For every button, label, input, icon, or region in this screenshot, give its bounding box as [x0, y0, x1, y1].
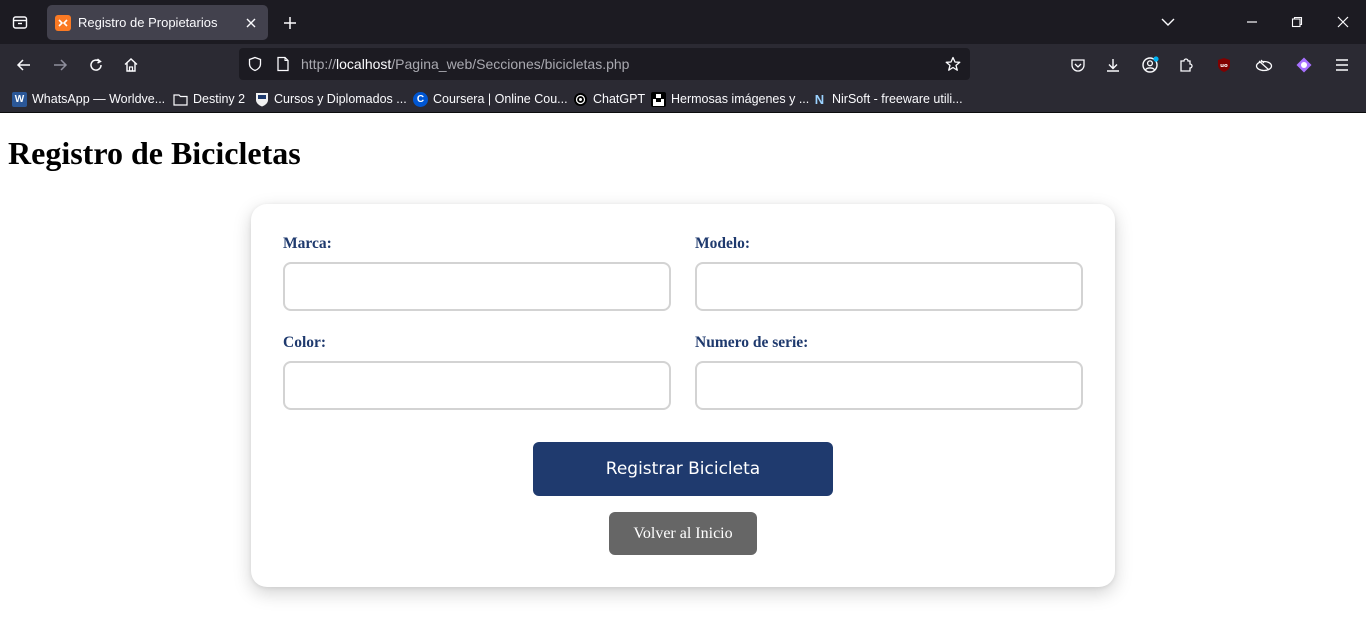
bookmark-label: Cursos y Diplomados ...	[274, 92, 407, 106]
download-icon	[1107, 59, 1119, 72]
bookmark-whatsapp[interactable]: W WhatsApp — Worldve...	[12, 90, 165, 108]
arrow-right-icon	[54, 59, 68, 71]
reload-icon	[90, 58, 102, 71]
bookmark-chatgpt[interactable]: ChatGPT	[573, 90, 645, 108]
proton-pass-button[interactable]	[1290, 52, 1318, 78]
tracking-protection-icon[interactable]	[246, 55, 264, 73]
puzzle-icon	[1180, 58, 1193, 72]
bookmarks-toolbar: W WhatsApp — Worldve... Destiny 2 Cursos…	[0, 85, 1366, 113]
menu-button[interactable]	[1328, 52, 1356, 78]
bookmark-folder-destiny[interactable]: Destiny 2	[173, 90, 245, 108]
proton-pass-icon	[1296, 57, 1312, 73]
volver-al-inicio-button[interactable]: Volver al Inicio	[609, 512, 757, 555]
ublock-icon: uo	[1218, 58, 1230, 72]
pocket-button[interactable]	[1064, 52, 1092, 78]
word-icon: W	[12, 91, 27, 107]
color-label: Color:	[283, 334, 327, 351]
bookmark-label: Coursera | Online Cou...	[433, 92, 568, 106]
bookmark-label: WhatsApp — Worldve...	[32, 92, 166, 106]
marca-input[interactable]	[283, 262, 671, 311]
pocket-icon	[1071, 59, 1085, 72]
extensions-button[interactable]	[1172, 52, 1200, 78]
extension-button[interactable]	[1250, 52, 1278, 78]
page-title: Registro de Bicicletas	[8, 135, 301, 171]
nirsoft-icon: N	[814, 91, 825, 107]
restore-icon	[1291, 16, 1303, 28]
home-icon	[124, 58, 138, 72]
modelo-label: Modelo:	[695, 235, 751, 252]
chevron-down-icon	[1161, 18, 1175, 26]
bookmark-unsplash[interactable]: Hermosas imágenes y ...	[651, 90, 809, 108]
restore-button[interactable]	[1275, 0, 1319, 44]
registration-form-card: Marca: Modelo: Color: Numero de serie: R…	[251, 204, 1115, 587]
forward-button[interactable]	[46, 52, 74, 78]
firefox-view-icon	[12, 16, 28, 29]
marca-label: Marca:	[283, 235, 332, 252]
plus-icon	[284, 17, 296, 29]
bookmark-label: ChatGPT	[593, 92, 646, 106]
color-input[interactable]	[283, 361, 671, 410]
bookmark-nirsoft[interactable]: N NirSoft - freeware utili...	[812, 90, 963, 108]
browser-tab[interactable]: Registro de Propietarios	[47, 5, 268, 40]
bookmark-coursera[interactable]: C Coursera | Online Cou...	[413, 90, 568, 108]
address-bar[interactable]: http://localhost/Pagina_web/Secciones/bi…	[239, 48, 970, 80]
account-button[interactable]	[1136, 52, 1164, 78]
minimize-icon	[1247, 21, 1257, 23]
ublock-button[interactable]: uo	[1210, 52, 1238, 78]
close-icon	[1337, 16, 1349, 28]
numero-de-serie-input[interactable]	[695, 361, 1083, 410]
svg-text:uo: uo	[1220, 63, 1228, 69]
url-text: http://localhost/Pagina_web/Secciones/bi…	[301, 56, 630, 72]
minimize-button[interactable]	[1230, 0, 1274, 44]
bookmark-cursos[interactable]: Cursos y Diplomados ...	[254, 90, 407, 108]
numero-de-serie-label: Numero de serie:	[695, 334, 809, 351]
unsplash-icon	[651, 91, 666, 107]
back-button[interactable]	[10, 52, 38, 78]
close-tab-icon[interactable]	[242, 14, 260, 32]
extension-icon	[1255, 59, 1273, 72]
registrar-bicicleta-button[interactable]: Registrar Bicicleta	[533, 442, 833, 496]
bookmark-star-icon[interactable]	[944, 55, 962, 73]
page-content: Registro de Bicicletas Marca: Modelo: Co…	[0, 113, 1366, 618]
bookmark-label: Hermosas imágenes y ...	[671, 92, 810, 106]
tab-title: Registro de Propietarios	[78, 15, 218, 30]
home-button[interactable]	[117, 52, 145, 78]
downloads-button[interactable]	[1099, 52, 1127, 78]
bookmark-label: Destiny 2	[193, 92, 246, 106]
xampp-icon	[55, 14, 71, 31]
arrow-left-icon	[16, 59, 30, 71]
new-tab-button[interactable]	[279, 12, 301, 34]
close-window-button[interactable]	[1321, 0, 1365, 44]
openai-icon	[573, 92, 588, 107]
list-tabs-button[interactable]	[1146, 0, 1190, 44]
account-icon	[1142, 56, 1159, 73]
reload-button[interactable]	[82, 52, 110, 78]
modelo-input[interactable]	[695, 262, 1083, 311]
bookmark-label: NirSoft - freeware utili...	[832, 92, 963, 106]
coursera-icon: C	[413, 91, 428, 107]
shield-icon	[254, 92, 269, 107]
firefox-view-button[interactable]	[0, 0, 40, 44]
folder-icon	[173, 92, 188, 107]
hamburger-menu-icon	[1336, 59, 1348, 71]
page-info-icon[interactable]	[274, 55, 292, 73]
